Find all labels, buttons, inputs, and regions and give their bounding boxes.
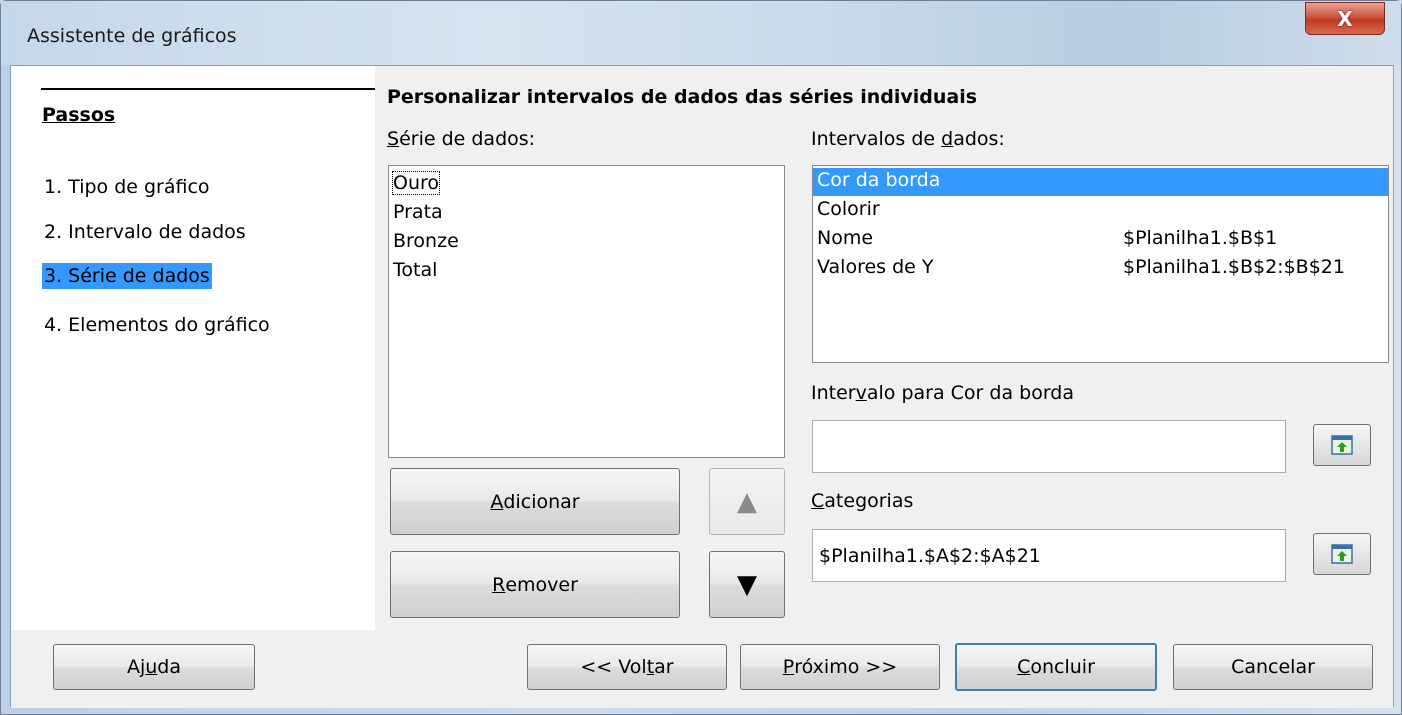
series-listbox[interactable]: Ouro Prata Bronze Total xyxy=(388,165,785,458)
series-item[interactable]: Total xyxy=(393,259,437,281)
move-up-button[interactable]: ▲ xyxy=(709,468,785,535)
close-icon: X xyxy=(1337,6,1353,31)
arrow-up-icon: ▲ xyxy=(737,486,757,517)
range-for-input[interactable] xyxy=(812,420,1286,473)
shrink-dialog-icon xyxy=(1331,544,1353,564)
categories-input[interactable]: $Planilha1.$A$2:$A$21 xyxy=(812,529,1286,582)
data-ranges-label: Intervalos de dados: xyxy=(811,128,1005,150)
step-chart-type[interactable]: 1. Tipo de gráfico xyxy=(42,174,212,200)
series-item[interactable]: Prata xyxy=(393,201,443,223)
window-title: Assistente de gráficos xyxy=(27,25,237,47)
cancel-button[interactable]: Cancelar xyxy=(1173,644,1373,690)
select-range-button[interactable] xyxy=(1313,424,1371,466)
back-button[interactable]: << Vol t ar xyxy=(527,644,727,690)
series-item[interactable]: Bronze xyxy=(393,230,459,252)
arrow-down-icon: ▼ xyxy=(737,569,757,600)
chart-wizard-window: Assistente de gráficos X Passos 1. Tipo … xyxy=(0,0,1402,715)
close-button[interactable]: X xyxy=(1305,2,1385,35)
shrink-dialog-icon xyxy=(1331,435,1353,455)
range-row[interactable]: Cor da borda xyxy=(813,168,1388,196)
range-row[interactable]: Valores de Y $Planilha1.$B$2:$B$21 xyxy=(813,255,1388,283)
range-row[interactable]: Colorir xyxy=(813,197,1388,225)
data-ranges-listbox[interactable]: Cor da borda Colorir Nome $Planilha1.$B$… xyxy=(812,165,1389,363)
step-chart-elements[interactable]: 4. Elementos do gráfico xyxy=(42,312,272,338)
select-categories-button[interactable] xyxy=(1313,533,1371,575)
step-data-range[interactable]: 2. Intervalo de dados xyxy=(42,219,248,245)
section-title: Personalizar intervalos de dados das sér… xyxy=(387,86,978,108)
title-bar[interactable]: Assistente de gráficos X xyxy=(1,1,1401,65)
dialog-client-area: Passos 1. Tipo de gráfico 2. Intervalo d… xyxy=(10,65,1394,708)
remove-series-button[interactable]: Remover xyxy=(390,551,680,618)
steps-heading: Passos xyxy=(42,104,116,126)
steps-divider xyxy=(41,88,375,90)
help-button[interactable]: Aj u da xyxy=(53,644,255,690)
next-button[interactable]: Próximo >> xyxy=(740,644,940,690)
move-down-button[interactable]: ▼ xyxy=(709,551,785,618)
range-row[interactable]: Nome $Planilha1.$B$1 xyxy=(813,226,1388,254)
categories-label: Categorias xyxy=(811,490,914,512)
finish-button[interactable]: Concluir xyxy=(955,643,1157,691)
step-data-series[interactable]: 3. Série de dados xyxy=(42,263,212,289)
steps-panel: Passos 1. Tipo de gráfico 2. Intervalo d… xyxy=(11,66,375,630)
range-for-label: Intervalo para Cor da borda xyxy=(811,382,1074,404)
series-label: Série de dados: xyxy=(387,128,536,150)
series-item[interactable]: Ouro xyxy=(391,171,441,195)
add-series-button[interactable]: Adicionar xyxy=(390,468,680,535)
